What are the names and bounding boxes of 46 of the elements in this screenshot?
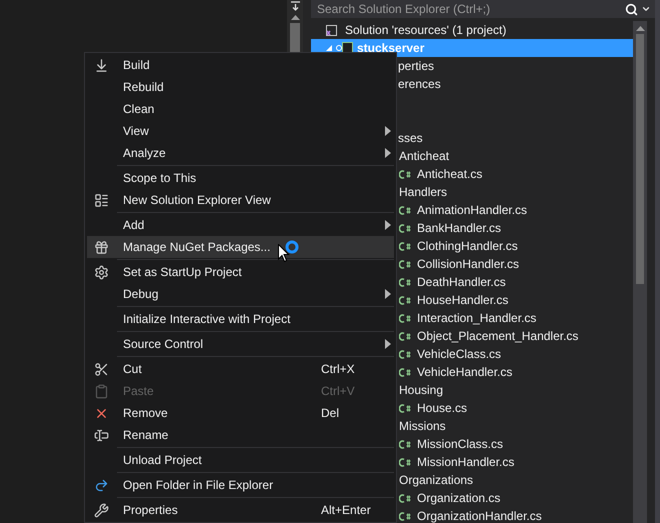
- menu-item[interactable]: Analyze: [87, 142, 394, 164]
- solution-icon: [325, 24, 338, 36]
- search-icon: [625, 2, 638, 16]
- package-icon: [94, 240, 108, 254]
- csharp-file-icon: [399, 440, 411, 448]
- dropdown-caret-icon[interactable]: [641, 4, 651, 14]
- tree-item[interactable]: Solution 'resources' (1 project): [311, 21, 633, 39]
- text-cursor-icon: [94, 428, 108, 442]
- csharp-file-icon: [399, 260, 411, 268]
- build-icon: [94, 58, 108, 72]
- csharp-file-icon: [399, 350, 411, 358]
- csharp-file-icon: [399, 296, 411, 304]
- mouse-cursor-icon: [278, 244, 290, 263]
- menu-item[interactable]: View: [87, 120, 394, 142]
- csharp-file-icon: [399, 224, 411, 232]
- scroll-up-icon[interactable]: [636, 26, 644, 31]
- window-list-icon: [94, 192, 108, 208]
- clipboard-icon: [94, 384, 108, 398]
- menu-item[interactable]: Build: [87, 54, 394, 76]
- csharp-file-icon: [399, 404, 411, 412]
- menu-item[interactable]: Open Folder in File Explorer: [87, 474, 394, 496]
- menu-item[interactable]: Manage NuGet Packages...: [87, 236, 394, 258]
- csharp-file-icon: [399, 458, 411, 466]
- scroll-up-icon[interactable]: [290, 15, 300, 20]
- scroll-thumb[interactable]: [636, 34, 644, 284]
- menu-item[interactable]: Properties Alt+Enter: [87, 499, 394, 521]
- wrench-icon: [94, 502, 108, 518]
- csharp-file-icon: [399, 314, 411, 322]
- csharp-file-icon: [399, 512, 411, 520]
- csharp-file-icon: [399, 494, 411, 502]
- menu-item[interactable]: Remove Del: [87, 402, 394, 424]
- expand-arrow-icon: [325, 44, 333, 52]
- settings-icon: [94, 264, 108, 280]
- csharp-file-icon: [399, 368, 411, 376]
- split-icon: [290, 1, 300, 11]
- csharp-file-icon: [399, 206, 411, 214]
- tree-scrollbar[interactable]: [633, 21, 647, 523]
- csharp-file-icon: [399, 332, 411, 340]
- csharp-file-icon: [399, 242, 411, 250]
- scissors-icon: [94, 362, 108, 376]
- csharp-file-icon: [399, 170, 411, 178]
- busy-spinner-icon: [285, 240, 299, 254]
- menu-item[interactable]: Clean: [87, 98, 394, 120]
- menu-item[interactable]: Rebuild: [87, 76, 394, 98]
- curved-arrow-icon: [94, 478, 108, 492]
- csharp-file-icon: [399, 278, 411, 286]
